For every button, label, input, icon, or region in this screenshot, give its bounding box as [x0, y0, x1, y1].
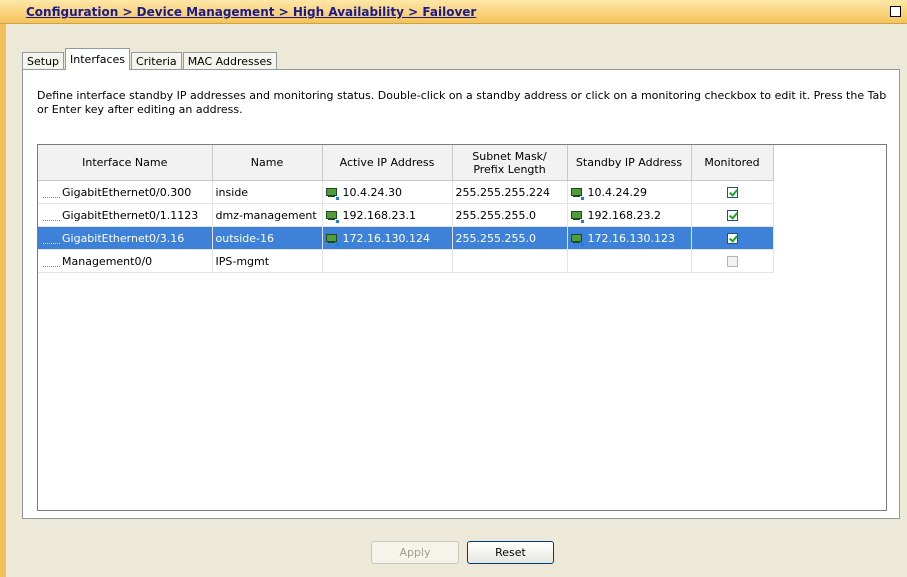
- cell-subnet: 255.255.255.224: [452, 180, 568, 204]
- interface-name-text: GigabitEthernet0/0.300: [62, 185, 192, 199]
- interface-name-text: GigabitEthernet0/3.16: [62, 231, 185, 245]
- cell-name: dmz-management: [212, 203, 323, 227]
- title-bar: Configuration > Device Management > High…: [0, 0, 907, 24]
- breadcrumb-link-high-availability[interactable]: Configuration > Device Management > High…: [26, 5, 404, 19]
- cell-monitored: [691, 249, 774, 273]
- table-row[interactable]: GigabitEthernet0/1.1123 dmz-management 1…: [38, 203, 774, 227]
- cell-standby-ip[interactable]: [567, 249, 692, 273]
- tree-connector: [43, 209, 60, 221]
- cell-interface: GigabitEthernet0/1.1123: [38, 203, 213, 227]
- standby-ip-text: 10.4.24.29: [587, 185, 647, 199]
- apply-button[interactable]: Apply: [371, 541, 459, 564]
- breadcrumb-link-failover[interactable]: Failover: [422, 5, 476, 19]
- cell-standby-ip[interactable]: 192.168.23.2: [567, 203, 692, 227]
- monitored-checkbox[interactable]: [726, 187, 738, 198]
- header-interface-name[interactable]: Interface Name: [38, 145, 213, 181]
- network-host-icon: [570, 233, 584, 246]
- interface-name-text: GigabitEthernet0/1.1123: [62, 208, 199, 222]
- left-accent-bar: [0, 24, 6, 577]
- cell-monitored: [691, 226, 774, 250]
- failover-panel: Setup Interfaces Criteria MAC Addresses …: [22, 48, 900, 519]
- standby-ip-text: 192.168.23.2: [587, 208, 661, 222]
- interfaces-tab-panel: Define interface standby IP addresses an…: [22, 69, 900, 519]
- tab-criteria[interactable]: Criteria: [131, 52, 182, 70]
- header-subnet-line2: Prefix Length: [473, 162, 546, 176]
- table-row[interactable]: GigabitEthernet0/3.16 outside-16 172.16.…: [38, 226, 774, 250]
- header-subnet-mask[interactable]: Subnet Mask/Prefix Length: [452, 145, 568, 181]
- header-name[interactable]: Name: [212, 145, 323, 181]
- cell-active-ip: 192.168.23.1: [322, 203, 453, 227]
- cell-name: IPS-mgmt: [212, 249, 323, 273]
- header-standby-ip[interactable]: Standby IP Address: [567, 145, 692, 181]
- reset-button[interactable]: Reset: [467, 541, 554, 564]
- cell-subnet: [452, 249, 568, 273]
- cell-interface: Management0/0: [38, 249, 213, 273]
- monitored-checkbox[interactable]: [726, 256, 738, 267]
- standby-ip-text: 172.16.130.123: [587, 231, 675, 245]
- cell-name: outside-16: [212, 226, 323, 250]
- monitored-checkbox[interactable]: [726, 233, 738, 244]
- cell-active-ip: [322, 249, 453, 273]
- cell-subnet: 255.255.255.0: [452, 226, 568, 250]
- cell-active-ip: 172.16.130.124: [322, 226, 453, 250]
- breadcrumb: Configuration > Device Management > High…: [26, 5, 476, 19]
- network-host-icon: [570, 187, 584, 200]
- network-host-icon: [570, 210, 584, 223]
- restore-window-icon[interactable]: [890, 6, 901, 17]
- network-host-icon: [325, 210, 339, 223]
- cell-interface: GigabitEthernet0/3.16: [38, 226, 213, 250]
- active-ip-text: 172.16.130.124: [342, 231, 430, 245]
- tab-strip: Setup Interfaces Criteria MAC Addresses: [22, 48, 278, 70]
- breadcrumb-separator: >: [403, 5, 423, 19]
- cell-interface: GigabitEthernet0/0.300: [38, 180, 213, 204]
- cell-monitored: [691, 180, 774, 204]
- tab-setup[interactable]: Setup: [22, 52, 65, 70]
- network-host-icon: [325, 187, 339, 200]
- header-subnet-line1: Subnet Mask/: [472, 149, 547, 163]
- header-active-ip[interactable]: Active IP Address: [322, 145, 453, 181]
- cell-active-ip: 10.4.24.30: [322, 180, 453, 204]
- network-host-icon: [325, 233, 339, 246]
- cell-standby-ip[interactable]: 172.16.130.123: [567, 226, 692, 250]
- tab-interfaces[interactable]: Interfaces: [65, 48, 131, 70]
- monitored-checkbox[interactable]: [726, 210, 738, 221]
- tree-connector: [43, 255, 60, 267]
- cell-monitored: [691, 203, 774, 227]
- interfaces-table: Interface Name Name Active IP Address Su…: [37, 144, 887, 511]
- tree-connector: [43, 186, 60, 198]
- cell-standby-ip[interactable]: 10.4.24.29: [567, 180, 692, 204]
- description-text: Define interface standby IP addresses an…: [37, 89, 887, 116]
- active-ip-text: 10.4.24.30: [342, 185, 402, 199]
- tab-mac-addresses[interactable]: MAC Addresses: [182, 52, 277, 70]
- active-ip-text: 192.168.23.1: [342, 208, 416, 222]
- tree-connector: [43, 232, 60, 244]
- header-monitored[interactable]: Monitored: [691, 145, 774, 181]
- cell-name: inside: [212, 180, 323, 204]
- interface-name-text: Management0/0: [62, 254, 153, 268]
- cell-subnet: 255.255.255.0: [452, 203, 568, 227]
- table-row[interactable]: GigabitEthernet0/0.300 inside 10.4.24.30…: [38, 180, 774, 204]
- table-row[interactable]: Management0/0 IPS-mgmt: [38, 249, 774, 273]
